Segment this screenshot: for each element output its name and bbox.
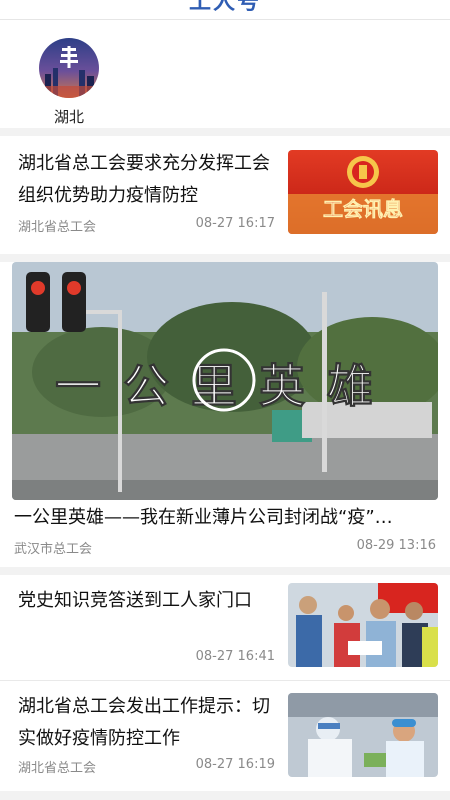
article-time: 08-27 16:41 — [195, 649, 275, 664]
article-title: 党史知识竞答送到工人家门口 — [18, 590, 252, 611]
article-time: 08-29 13:16 — [356, 538, 436, 553]
section-gap — [0, 128, 450, 136]
banner-text: 一公里英雄 — [55, 359, 395, 413]
article-source: 湖北省总工会 — [18, 761, 97, 776]
article-item[interactable]: 湖北省总工会要求充分发挥工会组织优势助力疫情防控 湖北省总工会 08-27 16… — [0, 136, 450, 254]
article-item[interactable]: 湖北省总工会发出工作提示：切实做好疫情防控工作 湖北省总工会 08-27 16:… — [0, 681, 450, 791]
article-title: 湖北省总工会发出工作提示：切实做好疫情防控工作 — [18, 696, 270, 749]
channel-label: 湖北 — [53, 108, 84, 126]
section-gap — [0, 567, 450, 575]
article-banner-image: 一公里英雄 — [12, 262, 438, 500]
section-gap — [0, 254, 450, 262]
section-gap — [0, 791, 450, 800]
page-title: 工人号 — [188, 0, 261, 15]
article-time: 08-27 16:19 — [195, 757, 275, 772]
article-title: 湖北省总工会要求充分发挥工会组织优势助力疫情防控 — [18, 153, 270, 206]
article-source: 武汉市总工会 — [14, 542, 93, 557]
article-time: 08-27 16:17 — [195, 216, 275, 231]
epidemic-prevention-image — [288, 693, 438, 777]
article-thumbnail — [288, 583, 438, 667]
union-news-text: 工会讯息 — [323, 197, 403, 221]
union-news-image: 工会讯息 — [288, 156, 438, 234]
top-bar: 工人号 — [0, 0, 450, 20]
channel-item-hubei[interactable]: 湖北 — [36, 38, 102, 127]
article-thumbnail: 工会讯息 — [288, 150, 438, 234]
article-thumbnail — [288, 693, 438, 777]
article-item[interactable]: 党史知识竞答送到工人家门口 08-27 16:41 — [0, 575, 450, 679]
article-title: 一公里英雄——我在新业薄片公司封闭战“疫”… — [14, 507, 393, 528]
quiz-event-image — [288, 583, 438, 667]
article-item[interactable]: 一公里英雄 一公里英雄——我在新业薄片公司封闭战“疫”… 武汉市总工会 08-2… — [0, 262, 450, 567]
channel-avatar — [39, 38, 99, 98]
article-source: 湖北省总工会 — [18, 220, 97, 235]
